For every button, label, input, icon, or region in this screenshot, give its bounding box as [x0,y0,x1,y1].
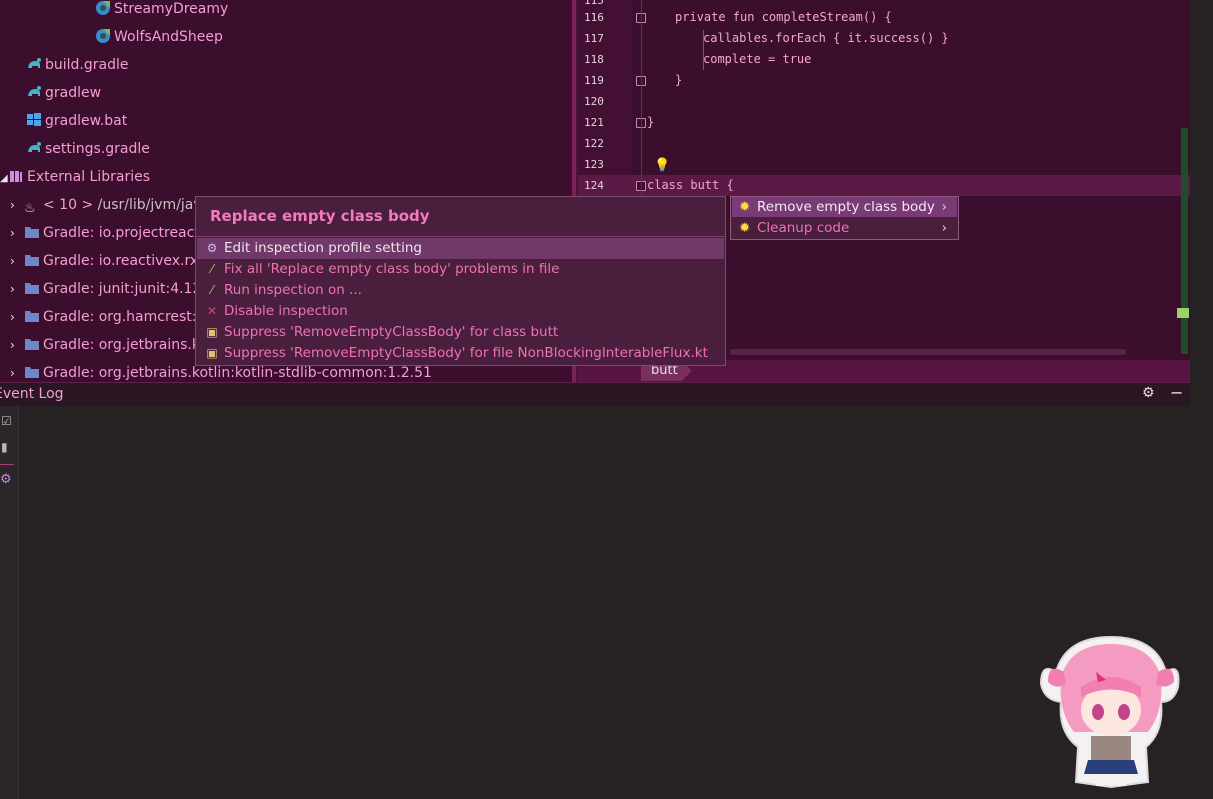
code-line-118: complete = true [703,52,812,66]
chevron-down-icon[interactable]: ◢ [0,165,8,193]
code-line-117: callables.forEach { it.success() } [703,31,949,45]
event-log-body [0,406,1190,799]
magic-wand-icon: ⁄ [210,283,213,297]
gear-icon[interactable]: ⚙ [1142,385,1155,401]
bulb-icon: ✹ [739,199,751,215]
folder-icon [24,278,40,294]
tree-item-gradle-lib[interactable]: › Gradle: org.hamcrest:h [10,303,205,331]
tree-item-external-libraries[interactable]: ◢ External Libraries [0,163,150,191]
code-line-119: } [675,73,683,87]
minimize-icon[interactable]: − [1170,383,1183,402]
line-number: 117 [584,32,604,45]
tree-item-gradle-lib[interactable]: › Gradle: io.projectreact [10,219,200,247]
kotlin-file-icon [95,0,111,15]
line-number: 122 [584,137,604,150]
chevron-right-icon[interactable]: › [10,303,24,331]
folder-icon [24,306,40,322]
horizontal-scrollbar[interactable] [730,349,1126,355]
inspection-popup: Replace empty class body ⚙ Edit inspectio… [195,196,726,366]
scrollbar-marker[interactable] [1177,308,1189,318]
windows-icon [26,110,42,126]
tree-item-settings-gradle[interactable]: settings.gradle [26,135,150,163]
folder-icon [24,362,40,378]
submenu-item-remove-empty-class-body[interactable]: ✹ Remove empty class body › [732,197,957,217]
anime-sticker-image [1039,635,1180,789]
event-log-toolbar: ☑ ▮ ⚙ [0,406,19,799]
chevron-right-icon: › [941,220,947,236]
jdk-icon: ♨ [24,201,36,216]
code-line-116: private fun completeStream() { [675,10,892,24]
popup-title: Replace empty class body [210,207,430,225]
line-number: 119 [584,74,604,87]
intention-submenu: ✹ Remove empty class body › ✹ Cleanup code… [730,196,959,240]
checkbox-icon[interactable]: ☑ [1,414,12,428]
folder-icon [24,334,40,350]
trash-icon[interactable]: ▮ [1,440,8,454]
line-number: 124 [584,179,604,192]
line-number: 123 [584,158,604,171]
popup-item-fix-all[interactable]: ⁄ Fix all 'Replace empty class body' prob… [197,259,724,280]
gear-icon: ⚙ [206,241,218,255]
tree-item-build-gradle[interactable]: build.gradle [26,51,129,79]
line-number: 118 [584,53,604,66]
folder-icon [24,250,40,266]
close-icon: ✕ [206,304,218,318]
chevron-right-icon[interactable]: › [10,219,24,247]
tree-item-gradlew-bat[interactable]: gradlew.bat [26,107,127,135]
tree-item-gradlew[interactable]: gradlew [26,79,101,107]
kotlin-file-icon [95,26,111,43]
chevron-right-icon[interactable]: › [10,359,24,382]
event-log-title: Event Log [0,386,64,402]
popup-item-suppress-file[interactable]: ▣ Suppress 'RemoveEmptyClassBody' for fil… [197,343,724,364]
suppress-icon: ▣ [206,346,218,360]
popup-item-suppress-class[interactable]: ▣ Suppress 'RemoveEmptyClassBody' for cla… [197,322,724,343]
bulb-icon: ✹ [739,220,751,236]
line-number: 120 [584,95,604,108]
chevron-right-icon[interactable]: › [10,331,24,359]
bulb-icon[interactable]: 💡 [654,158,670,173]
vertical-scrollbar[interactable] [1181,128,1188,354]
tree-item-jdk[interactable]: › ♨ < 10 > /usr/lib/jvm/jav [10,191,202,219]
tree-item-gradle-lib[interactable]: › Gradle: io.reactivex.rx [10,247,198,275]
gradle-icon [26,54,42,70]
code-line-121: } [647,115,655,129]
line-number: 121 [584,116,604,129]
tree-item-wolfsandsheep[interactable]: WolfsAndSheep [95,23,223,51]
line-number: 116 [584,11,604,24]
tree-item-gradle-lib[interactable]: › Gradle: org.jetbrains.k [10,331,200,359]
library-icon [8,166,24,182]
event-log-header: Event Log ⚙ − [0,382,1190,406]
chevron-right-icon: › [941,199,947,215]
tree-item-streamydreamy[interactable]: StreamyDreamy [95,0,228,23]
submenu-item-cleanup-code[interactable]: ✹ Cleanup code › [732,218,957,238]
chevron-right-icon[interactable]: › [10,247,24,275]
chevron-right-icon[interactable]: › [10,191,24,219]
code-line-124: class butt { [647,178,734,192]
tree-item-gradle-lib[interactable]: › Gradle: junit:junit:4.12 [10,275,201,303]
gradle-icon [26,138,42,154]
suppress-icon: ▣ [206,325,218,339]
popup-item-disable-inspection[interactable]: ✕ Disable inspection [197,301,724,322]
folder-icon [24,222,40,238]
settings-icon[interactable]: ⚙ [0,472,12,487]
magic-wand-icon: ⁄ [210,262,213,276]
chevron-right-icon[interactable]: › [10,275,24,303]
popup-item-run-inspection[interactable]: ⁄ Run inspection on ... [197,280,724,301]
gradle-icon [26,82,42,98]
popup-item-edit-profile[interactable]: ⚙ Edit inspection profile setting [197,238,724,259]
